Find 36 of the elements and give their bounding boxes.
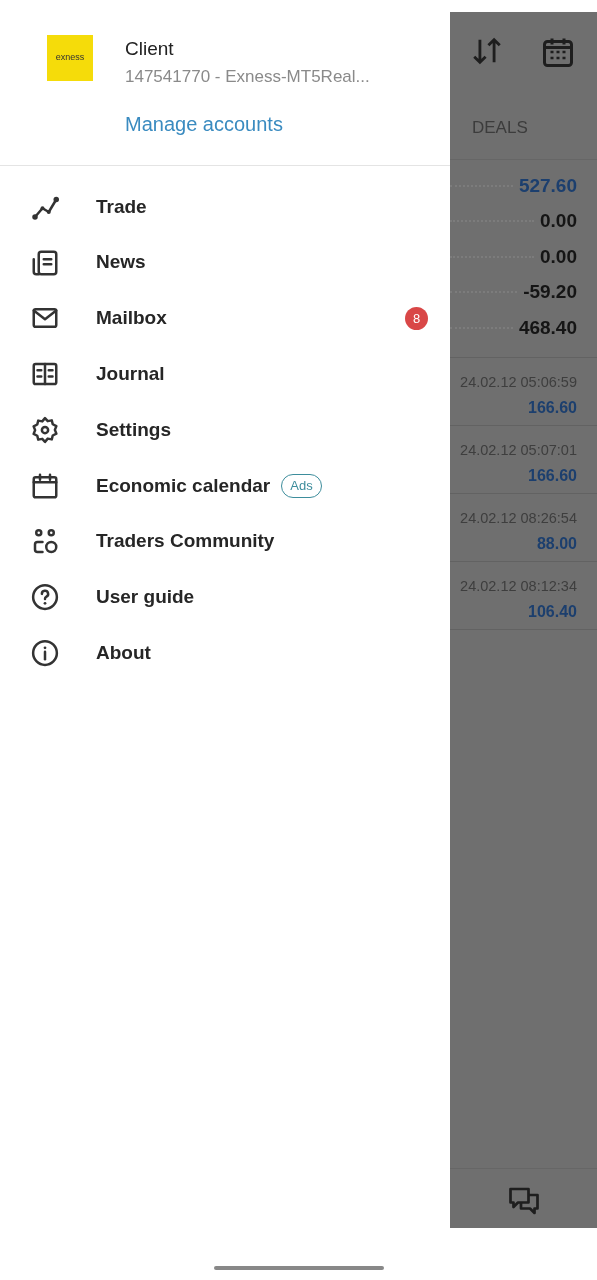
- deal-amount: 166.60: [527, 465, 577, 486]
- menu-item[interactable]: About: [0, 625, 450, 682]
- menu-item[interactable]: Traders Community: [0, 513, 450, 570]
- menu-item[interactable]: User guide: [0, 569, 450, 626]
- account-name: Client: [125, 37, 175, 61]
- summary-value: 0.00: [540, 244, 577, 269]
- manage-accounts-link[interactable]: Manage accounts: [125, 109, 370, 139]
- menu-item[interactable]: Trade: [0, 179, 450, 235]
- home-indicator[interactable]: [214, 1266, 384, 1270]
- deal-amount: 88.00: [535, 533, 577, 554]
- menu-label: About: [96, 641, 151, 665]
- summary-value: -59.20: [523, 280, 577, 304]
- menu-label: News: [96, 250, 146, 275]
- deal-amount: 106.40: [527, 601, 577, 622]
- menu-item[interactable]: News: [0, 234, 450, 291]
- info-icon: [30, 638, 60, 669]
- menu-label: User guide: [96, 585, 195, 610]
- menu-item[interactable]: Journal: [0, 346, 450, 403]
- settings-icon: [30, 415, 60, 446]
- menu-item[interactable]: Economic calendar Ads: [0, 458, 450, 514]
- menu-label: Traders Community: [96, 529, 275, 554]
- menu-label: Journal: [96, 362, 165, 387]
- help-icon: [30, 582, 60, 613]
- summary-value: 468.40: [518, 315, 577, 340]
- menu-label: Settings: [96, 417, 171, 442]
- account-number: 147541770 - Exness-MT5Real...: [125, 65, 370, 88]
- logo: exness: [47, 35, 93, 81]
- deal-amount: 166.60: [527, 397, 577, 418]
- summary-value: 0.00: [540, 209, 577, 233]
- menu-label: Trade: [96, 194, 147, 219]
- menu-label: Mailbox: [96, 306, 167, 331]
- menu-item[interactable]: Settings: [0, 402, 450, 458]
- menu-label: Economic calendar: [96, 473, 271, 498]
- unread-badge: 8: [405, 307, 428, 330]
- summary-value: 527.60: [518, 173, 577, 198]
- menu-item[interactable]: Mailbox 8: [0, 290, 450, 347]
